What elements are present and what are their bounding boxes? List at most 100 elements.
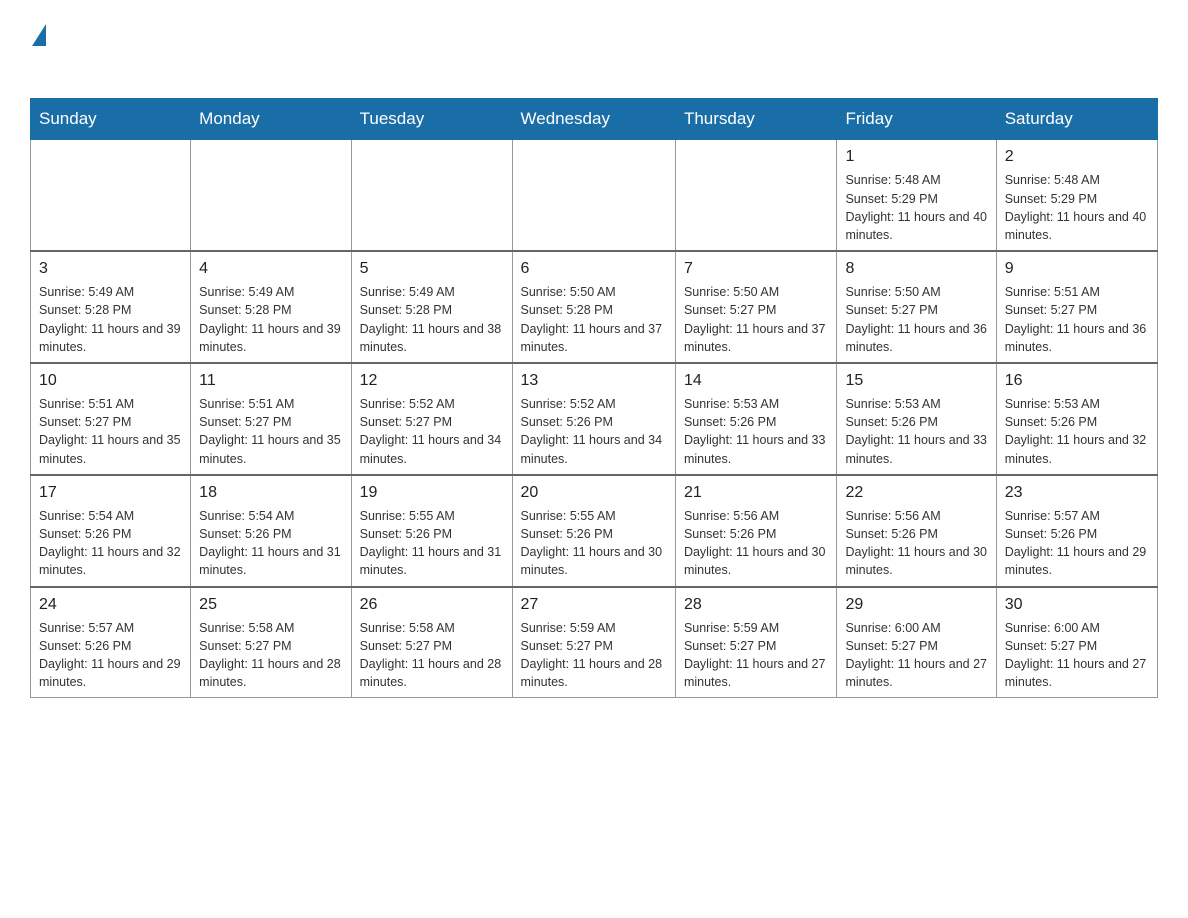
calendar-week-row: 3 Sunrise: 5:49 AM Sunset: 5:28 PM Daylig… bbox=[31, 251, 1158, 363]
day-number: 17 bbox=[39, 482, 182, 504]
day-number: 2 bbox=[1005, 146, 1149, 168]
calendar-cell: 16 Sunrise: 5:53 AM Sunset: 5:26 PM Dayli… bbox=[996, 363, 1157, 475]
day-info: Sunrise: 5:48 AM Sunset: 5:29 PM Dayligh… bbox=[1005, 171, 1149, 244]
day-number: 3 bbox=[39, 258, 182, 280]
day-number: 20 bbox=[521, 482, 667, 504]
calendar-cell: 26 Sunrise: 5:58 AM Sunset: 5:27 PM Dayli… bbox=[351, 587, 512, 698]
col-header-saturday: Saturday bbox=[996, 99, 1157, 140]
day-number: 23 bbox=[1005, 482, 1149, 504]
calendar-cell: 18 Sunrise: 5:54 AM Sunset: 5:26 PM Dayli… bbox=[191, 475, 351, 587]
day-info: Sunrise: 6:00 AM Sunset: 5:27 PM Dayligh… bbox=[1005, 619, 1149, 692]
day-number: 15 bbox=[845, 370, 987, 392]
calendar-cell bbox=[675, 140, 837, 251]
day-info: Sunrise: 5:55 AM Sunset: 5:26 PM Dayligh… bbox=[521, 507, 667, 580]
calendar-cell: 24 Sunrise: 5:57 AM Sunset: 5:26 PM Dayli… bbox=[31, 587, 191, 698]
day-info: Sunrise: 5:59 AM Sunset: 5:27 PM Dayligh… bbox=[684, 619, 829, 692]
day-info: Sunrise: 5:50 AM Sunset: 5:28 PM Dayligh… bbox=[521, 283, 667, 356]
logo-triangle-icon bbox=[32, 24, 46, 46]
calendar-cell: 19Sunrise: 5:55 AM Sunset: 5:26 PM Dayli… bbox=[351, 475, 512, 587]
calendar-cell: 8 Sunrise: 5:50 AM Sunset: 5:27 PM Daylig… bbox=[837, 251, 996, 363]
calendar-cell: 14 Sunrise: 5:53 AM Sunset: 5:26 PM Dayli… bbox=[675, 363, 837, 475]
day-number: 10 bbox=[39, 370, 182, 392]
day-number: 6 bbox=[521, 258, 667, 280]
calendar-cell: 5Sunrise: 5:49 AM Sunset: 5:28 PM Daylig… bbox=[351, 251, 512, 363]
day-number: 1 bbox=[845, 146, 987, 168]
day-info: Sunrise: 5:50 AM Sunset: 5:27 PM Dayligh… bbox=[684, 283, 829, 356]
calendar-week-row: 24 Sunrise: 5:57 AM Sunset: 5:26 PM Dayli… bbox=[31, 587, 1158, 698]
day-number: 28 bbox=[684, 594, 829, 616]
calendar-cell: 7 Sunrise: 5:50 AM Sunset: 5:27 PM Daylig… bbox=[675, 251, 837, 363]
calendar-cell: 13Sunrise: 5:52 AM Sunset: 5:26 PM Dayli… bbox=[512, 363, 675, 475]
day-number: 13 bbox=[521, 370, 667, 392]
calendar-week-row: 10 Sunrise: 5:51 AM Sunset: 5:27 PM Dayli… bbox=[31, 363, 1158, 475]
calendar-cell: 3 Sunrise: 5:49 AM Sunset: 5:28 PM Daylig… bbox=[31, 251, 191, 363]
day-info: Sunrise: 5:53 AM Sunset: 5:26 PM Dayligh… bbox=[1005, 395, 1149, 468]
calendar-week-row: 17 Sunrise: 5:54 AM Sunset: 5:26 PM Dayli… bbox=[31, 475, 1158, 587]
day-info: Sunrise: 5:54 AM Sunset: 5:26 PM Dayligh… bbox=[39, 507, 182, 580]
day-info: Sunrise: 5:51 AM Sunset: 5:27 PM Dayligh… bbox=[199, 395, 342, 468]
day-info: Sunrise: 5:56 AM Sunset: 5:26 PM Dayligh… bbox=[684, 507, 829, 580]
calendar-cell: 20 Sunrise: 5:55 AM Sunset: 5:26 PM Dayli… bbox=[512, 475, 675, 587]
calendar-cell: 27Sunrise: 5:59 AM Sunset: 5:27 PM Dayli… bbox=[512, 587, 675, 698]
day-info: Sunrise: 5:57 AM Sunset: 5:26 PM Dayligh… bbox=[1005, 507, 1149, 580]
day-info: Sunrise: 5:58 AM Sunset: 5:27 PM Dayligh… bbox=[199, 619, 342, 692]
day-number: 18 bbox=[199, 482, 342, 504]
day-info: Sunrise: 5:48 AM Sunset: 5:29 PM Dayligh… bbox=[845, 171, 987, 244]
calendar-cell: 4 Sunrise: 5:49 AM Sunset: 5:28 PM Daylig… bbox=[191, 251, 351, 363]
calendar-cell: 9 Sunrise: 5:51 AM Sunset: 5:27 PM Daylig… bbox=[996, 251, 1157, 363]
calendar-cell bbox=[191, 140, 351, 251]
day-number: 9 bbox=[1005, 258, 1149, 280]
calendar-cell bbox=[512, 140, 675, 251]
day-number: 26 bbox=[360, 594, 504, 616]
calendar-cell: 15 Sunrise: 5:53 AM Sunset: 5:26 PM Dayli… bbox=[837, 363, 996, 475]
day-number: 7 bbox=[684, 258, 829, 280]
col-header-tuesday: Tuesday bbox=[351, 99, 512, 140]
day-info: Sunrise: 5:53 AM Sunset: 5:26 PM Dayligh… bbox=[845, 395, 987, 468]
day-number: 30 bbox=[1005, 594, 1149, 616]
day-number: 24 bbox=[39, 594, 182, 616]
day-info: Sunrise: 5:56 AM Sunset: 5:26 PM Dayligh… bbox=[845, 507, 987, 580]
calendar-cell: 2 Sunrise: 5:48 AM Sunset: 5:29 PM Daylig… bbox=[996, 140, 1157, 251]
calendar-week-row: 1 Sunrise: 5:48 AM Sunset: 5:29 PM Daylig… bbox=[31, 140, 1158, 251]
calendar-cell: 10 Sunrise: 5:51 AM Sunset: 5:27 PM Dayli… bbox=[31, 363, 191, 475]
calendar-cell: 28 Sunrise: 5:59 AM Sunset: 5:27 PM Dayli… bbox=[675, 587, 837, 698]
day-number: 14 bbox=[684, 370, 829, 392]
calendar-cell: 12 Sunrise: 5:52 AM Sunset: 5:27 PM Dayli… bbox=[351, 363, 512, 475]
day-number: 21 bbox=[684, 482, 829, 504]
day-info: Sunrise: 5:52 AM Sunset: 5:27 PM Dayligh… bbox=[360, 395, 504, 468]
calendar-cell bbox=[31, 140, 191, 251]
calendar-cell bbox=[351, 140, 512, 251]
logo bbox=[30, 20, 46, 78]
day-number: 11 bbox=[199, 370, 342, 392]
day-info: Sunrise: 5:54 AM Sunset: 5:26 PM Dayligh… bbox=[199, 507, 342, 580]
day-info: Sunrise: 5:58 AM Sunset: 5:27 PM Dayligh… bbox=[360, 619, 504, 692]
calendar-cell: 17 Sunrise: 5:54 AM Sunset: 5:26 PM Dayli… bbox=[31, 475, 191, 587]
day-number: 16 bbox=[1005, 370, 1149, 392]
day-number: 29 bbox=[845, 594, 987, 616]
calendar-cell: 6 Sunrise: 5:50 AM Sunset: 5:28 PM Daylig… bbox=[512, 251, 675, 363]
day-info: Sunrise: 5:49 AM Sunset: 5:28 PM Dayligh… bbox=[39, 283, 182, 356]
day-info: Sunrise: 5:51 AM Sunset: 5:27 PM Dayligh… bbox=[39, 395, 182, 468]
calendar-cell: 25Sunrise: 5:58 AM Sunset: 5:27 PM Dayli… bbox=[191, 587, 351, 698]
col-header-wednesday: Wednesday bbox=[512, 99, 675, 140]
day-info: Sunrise: 5:51 AM Sunset: 5:27 PM Dayligh… bbox=[1005, 283, 1149, 356]
day-info: Sunrise: 5:50 AM Sunset: 5:27 PM Dayligh… bbox=[845, 283, 987, 356]
calendar-table: SundayMondayTuesdayWednesdayThursdayFrid… bbox=[30, 98, 1158, 698]
day-number: 12 bbox=[360, 370, 504, 392]
calendar-cell: 1 Sunrise: 5:48 AM Sunset: 5:29 PM Daylig… bbox=[837, 140, 996, 251]
day-info: Sunrise: 5:57 AM Sunset: 5:26 PM Dayligh… bbox=[39, 619, 182, 692]
day-number: 4 bbox=[199, 258, 342, 280]
day-number: 8 bbox=[845, 258, 987, 280]
col-header-thursday: Thursday bbox=[675, 99, 837, 140]
day-number: 22 bbox=[845, 482, 987, 504]
calendar-cell: 23 Sunrise: 5:57 AM Sunset: 5:26 PM Dayli… bbox=[996, 475, 1157, 587]
day-info: Sunrise: 5:59 AM Sunset: 5:27 PM Dayligh… bbox=[521, 619, 667, 692]
calendar-cell: 21 Sunrise: 5:56 AM Sunset: 5:26 PM Dayli… bbox=[675, 475, 837, 587]
calendar-header-row: SundayMondayTuesdayWednesdayThursdayFrid… bbox=[31, 99, 1158, 140]
day-info: Sunrise: 5:49 AM Sunset: 5:28 PM Dayligh… bbox=[199, 283, 342, 356]
calendar-cell: 22 Sunrise: 5:56 AM Sunset: 5:26 PM Dayli… bbox=[837, 475, 996, 587]
day-info: Sunrise: 5:53 AM Sunset: 5:26 PM Dayligh… bbox=[684, 395, 829, 468]
day-number: 5 bbox=[360, 258, 504, 280]
col-header-sunday: Sunday bbox=[31, 99, 191, 140]
day-number: 19 bbox=[360, 482, 504, 504]
